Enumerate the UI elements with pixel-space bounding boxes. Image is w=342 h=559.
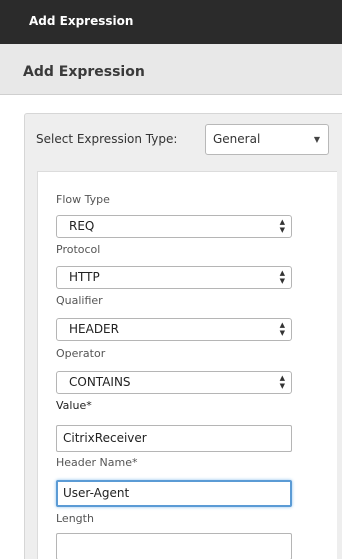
qualifier-value: HEADER (69, 322, 119, 336)
protocol-select[interactable]: HTTP ▲ ▼ (56, 266, 292, 289)
header-name-input[interactable]: User-Agent (56, 480, 292, 507)
up-down-arrows-icon: ▲ ▼ (279, 269, 285, 285)
up-down-arrows-icon: ▲ ▼ (279, 218, 285, 234)
value-label: Value* (56, 399, 92, 412)
expression-type-value: General (213, 132, 261, 146)
flow-type-select[interactable]: REQ ▲ ▼ (56, 215, 292, 238)
expression-type-dropdown[interactable]: General ▼ (205, 124, 329, 155)
protocol-value: HTTP (69, 270, 100, 284)
header-name-input-text: User-Agent (63, 486, 130, 500)
dialog-title: Add Expression (23, 64, 145, 80)
operator-label: Operator (56, 347, 106, 360)
up-down-arrows-icon: ▲ ▼ (279, 374, 285, 390)
operator-value: CONTAINS (69, 375, 131, 389)
flow-type-value: REQ (69, 219, 95, 233)
window-title-bar: Add Expression (0, 0, 342, 44)
expression-type-label: Select Expression Type: (36, 132, 178, 146)
value-input-text: CitrixReceiver (63, 431, 147, 445)
dialog-header: Add Expression (0, 44, 342, 95)
value-input[interactable]: CitrixReceiver (56, 425, 292, 452)
caret-down-icon: ▼ (313, 135, 320, 144)
flow-type-label: Flow Type (56, 193, 110, 206)
length-input[interactable] (56, 533, 292, 559)
operator-select[interactable]: CONTAINS ▲ ▼ (56, 371, 292, 394)
qualifier-label: Qualifier (56, 294, 103, 307)
qualifier-select[interactable]: HEADER ▲ ▼ (56, 318, 292, 341)
window-title: Add Expression (29, 14, 134, 28)
protocol-label: Protocol (56, 243, 101, 256)
header-name-label: Header Name* (56, 456, 138, 469)
up-down-arrows-icon: ▲ ▼ (279, 321, 285, 337)
length-label: Length (56, 512, 94, 525)
